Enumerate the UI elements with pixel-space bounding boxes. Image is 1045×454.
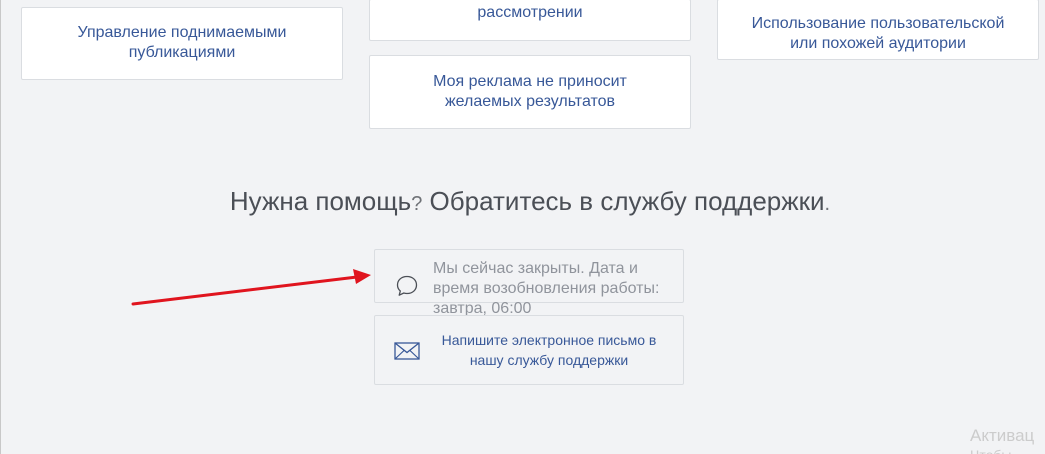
help-card-label: Моя реклама не приносит желаемых результ… <box>433 73 627 110</box>
support-heading-dot: . <box>824 193 831 215</box>
help-card-label: Управление поднимаемыми публикациями <box>77 23 287 61</box>
help-card-review[interactable]: рассмотрении <box>369 0 691 41</box>
support-heading-question: ? <box>411 193 423 215</box>
support-heading: Нужна помощь? Обратитесь в службу поддер… <box>0 184 1045 221</box>
left-edge-divider <box>0 0 1 454</box>
help-card-ad-results[interactable]: Моя реклама не приносит желаемых результ… <box>369 55 691 129</box>
chat-bubble-icon <box>396 275 418 296</box>
red-arrow-annotation <box>131 269 371 306</box>
activation-watermark-subline: Чтобы <box>970 447 1011 454</box>
envelope-icon <box>394 342 420 360</box>
support-heading-part1: Нужна помощь <box>229 186 412 216</box>
chat-support-box: Мы сейчас закрыты. Дата и время возобнов… <box>374 249 684 317</box>
help-card-label: Использование пользовательской или похож… <box>751 14 1005 52</box>
email-support-button[interactable]: Напишите электронное письмо в нашу служб… <box>374 315 684 385</box>
activation-watermark: Активац <box>970 426 1035 445</box>
support-heading-part2: Обратитесь в службу поддержки <box>422 186 825 216</box>
help-card-custom-audience[interactable]: Использование пользовательской или похож… <box>717 0 1039 60</box>
chat-status-text: Мы сейчас закрыты. Дата и время возобнов… <box>433 260 660 317</box>
help-card-label: рассмотрении <box>477 4 583 21</box>
help-card-boosted-posts[interactable]: Управление поднимаемыми публикациями <box>21 7 343 80</box>
email-support-label: Напишите электронное письмо в нашу служб… <box>441 332 657 368</box>
